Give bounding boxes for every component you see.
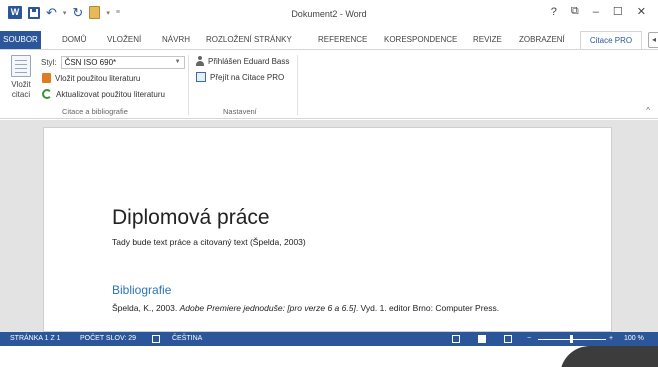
tab-view[interactable]: ZOBRAZENÍ (519, 31, 565, 49)
document-icon (11, 55, 31, 77)
ribbon-tabs: SOUBOR DOMŮ VLOŽENÍ NÁVRH ROZLOŽENÍ STRÁ… (0, 31, 658, 50)
update-used-literature-button[interactable]: Aktualizovat použitou literaturu (42, 89, 165, 99)
status-bar: STRÁNKA 1 Z 1 POČET SLOV: 29 ČEŠTINA − +… (0, 332, 658, 346)
tab-citace-pro[interactable]: Citace PRO (580, 31, 642, 50)
style-select[interactable]: ČSN ISO 690* ▼ (60, 56, 185, 69)
collapse-ribbon-icon[interactable]: ^ (646, 106, 650, 115)
group-separator (297, 55, 298, 115)
tab-file[interactable]: SOUBOR (0, 31, 41, 49)
zoom-slider-thumb[interactable] (570, 335, 573, 343)
insert-citation-label-1: Vložit (11, 80, 31, 89)
decorative-corner (560, 346, 658, 367)
external-link-icon (196, 72, 206, 82)
group-label-settings: Nastavení (223, 107, 257, 116)
ribbon: Vložit citaci Styl: ČSN ISO 690* ▼ Vloži… (0, 49, 658, 119)
insert-used-literature-button[interactable]: Vložit použitou literaturu (42, 73, 140, 83)
word-count[interactable]: POČET SLOV: 29 (80, 332, 136, 346)
window-controls: ? ⧉ – ☐ ✕ (551, 5, 646, 18)
chevron-down-icon: ▼ (174, 59, 181, 65)
close-button[interactable]: ✕ (637, 5, 646, 18)
background-strip (0, 346, 658, 367)
goto-citace-pro-label: Přejít na Citace PRO (210, 72, 285, 82)
logged-in-label: Přihlášen Eduard Bass (208, 56, 290, 66)
tab-mailings[interactable]: KORESPONDENCE (384, 31, 457, 49)
zoom-out-button[interactable]: − (527, 332, 531, 346)
document-canvas[interactable]: Diplomová práce Tady bude text práce a c… (0, 120, 658, 332)
tab-home[interactable]: DOMŮ (62, 31, 86, 49)
tab-references[interactable]: REFERENCE (318, 31, 367, 49)
insert-citation-label-2: citaci (11, 90, 31, 99)
ref-rest: . Vyd. 1. editor Brno: Computer Press. (355, 303, 500, 313)
update-used-literature-label: Aktualizovat použitou literaturu (56, 89, 165, 99)
insert-used-literature-label: Vložit použitou literaturu (55, 73, 141, 83)
proofing-icon[interactable] (152, 335, 160, 343)
title-bar: W ↶ ▾ ↻ ▾ ≡ Dokument2 - Word ? ⧉ – ☐ ✕ (0, 0, 658, 26)
page-count[interactable]: STRÁNKA 1 Z 1 (10, 332, 61, 346)
document-body-text[interactable]: Tady bude text práce a citovaný text (Šp… (112, 237, 306, 247)
tab-review[interactable]: REVIZE (473, 31, 502, 49)
zoom-level[interactable]: 100 % (624, 332, 644, 346)
style-row: Styl: ČSN ISO 690* ▼ (41, 56, 185, 69)
style-label: Styl: (41, 58, 57, 67)
book-icon (42, 73, 51, 83)
tab-design[interactable]: NÁVRH (162, 31, 190, 49)
ref-author: Špelda, K., 2003. (112, 303, 180, 313)
language[interactable]: ČEŠTINA (172, 332, 202, 346)
ref-title: Adobe Premiere jednoduše: [pro verze 6 a… (179, 303, 356, 313)
read-mode-icon[interactable] (452, 335, 460, 343)
logged-in-user[interactable]: Přihlášen Eduard Bass (196, 56, 289, 66)
document-heading[interactable]: Diplomová práce (112, 206, 270, 230)
refresh-icon (42, 89, 52, 99)
ribbon-display-options-button[interactable]: ⧉ (571, 5, 579, 18)
minimize-button[interactable]: – (593, 6, 599, 18)
document-page[interactable]: Diplomová práce Tady bude text práce a c… (43, 127, 612, 332)
style-select-value: ČSN ISO 690* (64, 58, 117, 67)
tab-insert[interactable]: VLOŽENÍ (107, 31, 141, 49)
maximize-button[interactable]: ☐ (613, 5, 623, 18)
print-layout-icon[interactable] (478, 335, 486, 343)
zoom-in-button[interactable]: + (609, 332, 613, 346)
user-icon (196, 56, 204, 66)
group-label-citations: Citace a bibliografie (62, 107, 128, 116)
ribbon-scroll-icon[interactable]: ◂ (648, 32, 658, 48)
goto-citace-pro-button[interactable]: Přejít na Citace PRO (196, 72, 284, 82)
web-layout-icon[interactable] (504, 335, 512, 343)
help-button[interactable]: ? (551, 6, 557, 18)
bibliography-entry[interactable]: Špelda, K., 2003. Adobe Premiere jednodu… (112, 303, 499, 313)
insert-citation-button[interactable]: Vložit citaci (6, 55, 36, 107)
tab-layout[interactable]: ROZLOŽENÍ STRÁNKY (206, 31, 292, 49)
bibliography-heading[interactable]: Bibliografie (112, 283, 171, 297)
group-separator (188, 55, 189, 115)
